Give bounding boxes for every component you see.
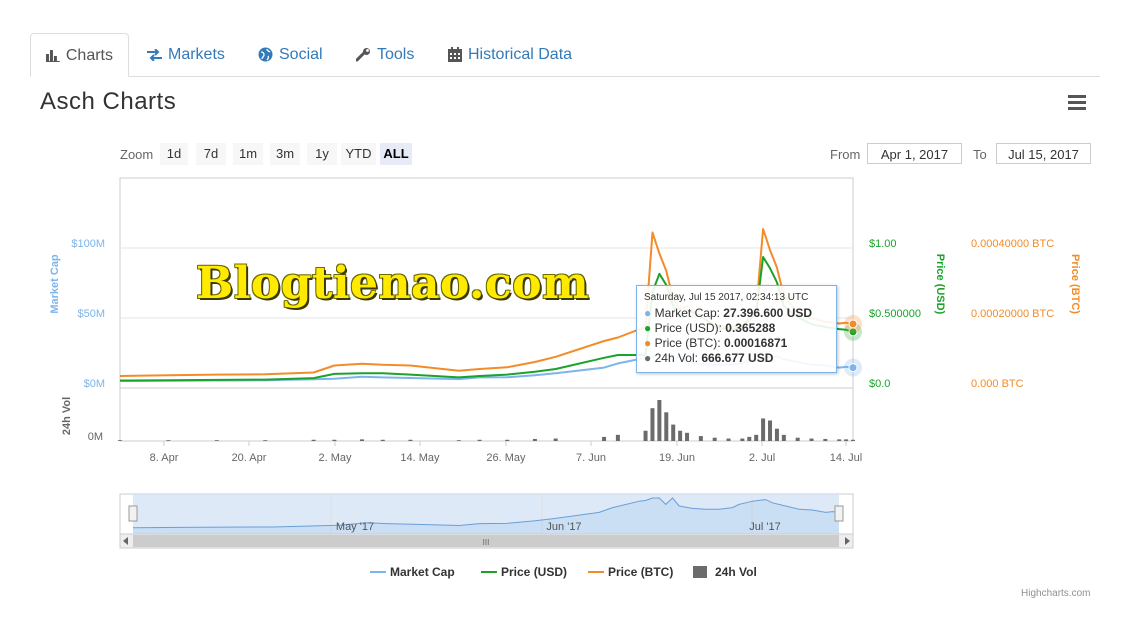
tooltip-value: 27.396.600 USD <box>723 306 813 320</box>
volume-bar <box>505 439 510 441</box>
legend-symbol <box>693 566 707 578</box>
volume-axis-title: 24h Vol <box>61 397 73 435</box>
volume-bar <box>678 430 683 441</box>
price-btc-tick-label: 0.00040000 BTC <box>971 238 1054 250</box>
navigator-label: Jul '17 <box>749 521 780 533</box>
volume-bar <box>643 430 648 441</box>
volume-bar <box>698 436 703 441</box>
volume-bar <box>671 424 676 441</box>
legend-item[interactable]: Price (BTC) <box>608 565 673 579</box>
navigator-label: Jun '17 <box>546 521 581 533</box>
navigator-label: May '17 <box>336 521 374 533</box>
market-cap-tick-label: $100M <box>71 238 105 250</box>
tooltip-value: 0.00016871 <box>723 336 788 350</box>
volume-bar <box>664 412 669 441</box>
hover-marker <box>848 363 858 373</box>
volume-tick-label: 0M <box>88 431 103 443</box>
volume-bar <box>837 439 842 441</box>
volume-bar <box>774 428 779 441</box>
volume-bar <box>408 439 413 441</box>
legend-item[interactable]: Price (USD) <box>501 565 567 579</box>
legend-item[interactable]: Market Cap <box>390 565 455 579</box>
tooltip-label: 24h Vol: <box>654 351 698 365</box>
volume-bar <box>726 438 731 441</box>
navigator-handle[interactable] <box>834 505 844 522</box>
x-tick-label: 2. Jul <box>749 452 775 464</box>
market-cap-tick-label: $50M <box>77 308 105 320</box>
price-btc-axis-title: Price (BTC) <box>1069 254 1081 314</box>
volume-bar <box>781 434 786 441</box>
volume-bar <box>761 418 766 441</box>
chart-tooltip: Saturday, Jul 15 2017, 02:34:13 UTC ● Ma… <box>636 285 837 373</box>
x-tick-label: 14. Jul <box>830 452 862 464</box>
tooltip-header: Saturday, Jul 15 2017, 02:34:13 UTC <box>644 292 809 303</box>
x-tick-label: 8. Apr <box>150 452 179 464</box>
volume-bar <box>809 438 814 441</box>
market-cap-axis-title: Market Cap <box>49 254 61 314</box>
volume-bar <box>380 439 385 441</box>
tooltip-label: Market Cap: <box>654 306 720 320</box>
highcharts-credit[interactable]: Highcharts.com <box>1021 588 1090 599</box>
price-usd-tick-label: $0.0 <box>869 378 890 390</box>
volume-bar <box>795 437 800 441</box>
price-usd-tick-label: $0.500000 <box>869 308 921 320</box>
x-tick-label: 2. May <box>318 452 352 464</box>
tooltip-label: Price (USD): <box>654 321 722 335</box>
volume-bar <box>740 438 745 441</box>
watermark: Blogtienao.com <box>196 258 590 309</box>
scrollbar-grip-icon: III <box>483 538 490 547</box>
volume-bar <box>166 440 171 441</box>
volume-bar <box>823 438 828 441</box>
navigator-handle[interactable] <box>128 505 138 522</box>
tooltip-label: Price (BTC): <box>654 336 721 350</box>
x-tick-label: 19. Jun <box>659 452 695 464</box>
volume-bar <box>118 440 122 441</box>
volume-bar <box>602 436 607 441</box>
volume-bar <box>553 438 558 441</box>
price-usd-tick-label: $1.00 <box>869 238 897 250</box>
volume-bar <box>851 439 855 441</box>
price-btc-tick-label: 0.00020000 BTC <box>971 308 1054 320</box>
volume-bar <box>360 439 365 441</box>
volume-bar <box>685 432 690 441</box>
price-usd-axis-title: Price (USD) <box>934 254 946 315</box>
volume-bar <box>332 439 337 441</box>
volume-bar <box>477 439 482 441</box>
x-tick-label: 7. Jun <box>576 452 606 464</box>
x-tick-label: 26. May <box>486 452 526 464</box>
volume-bar <box>263 440 268 441</box>
legend-item[interactable]: 24h Vol <box>715 565 757 579</box>
volume-bar <box>712 437 717 441</box>
tooltip-value: 666.677 USD <box>701 351 774 365</box>
volume-bar <box>844 439 849 441</box>
volume-bar <box>747 436 752 441</box>
volume-bar <box>456 440 461 441</box>
volume-bar <box>768 420 773 441</box>
market-cap-tick-label: $0M <box>84 378 105 390</box>
price-btc-tick-label: 0.000 BTC <box>971 378 1024 390</box>
volume-bar <box>311 439 316 441</box>
x-tick-label: 14. May <box>400 452 440 464</box>
volume-bar <box>532 438 537 441</box>
hover-marker <box>848 319 858 329</box>
tooltip-value: 0.365288 <box>725 321 776 335</box>
volume-bar <box>615 434 620 441</box>
volume-bar <box>754 434 759 441</box>
volume-bar <box>214 440 219 441</box>
price-chart[interactable]: $0M $50M $100M $0.0 $0.500000 $1.00 0.000 BTC 0… <box>0 0 1138 621</box>
x-tick-label: 20. Apr <box>232 452 267 464</box>
volume-bar <box>657 400 662 441</box>
volume-bar <box>650 408 655 441</box>
